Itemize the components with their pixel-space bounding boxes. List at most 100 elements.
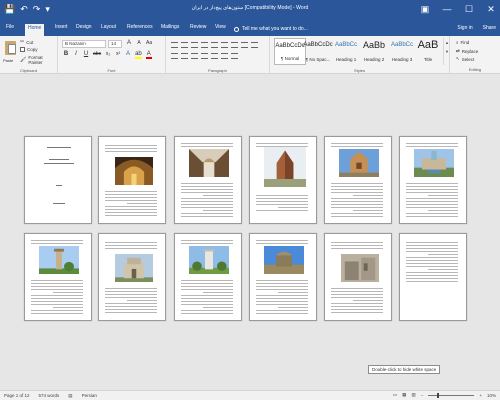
increase-indent-icon[interactable]: [211, 42, 218, 48]
zoom-level[interactable]: 10%: [487, 393, 496, 398]
align-right-icon[interactable]: [191, 53, 198, 59]
maximize-icon[interactable]: ☐: [462, 1, 476, 17]
show-marks-icon[interactable]: [251, 42, 258, 48]
style-title[interactable]: AaB Title: [414, 38, 442, 65]
page-image: [39, 246, 79, 274]
tell-me-box[interactable]: Tell me what you want to do...: [234, 26, 308, 32]
ltr-icon[interactable]: [221, 42, 228, 48]
page-thumbnail[interactable]: [249, 136, 317, 224]
text-line: [278, 292, 308, 293]
text-line: [353, 210, 383, 211]
bullets-icon[interactable]: [171, 42, 178, 48]
zoom-thumb[interactable]: [437, 392, 440, 398]
page-thumbnail[interactable]: [174, 233, 242, 321]
text-line: [256, 286, 308, 287]
styles-scroll[interactable]: ▲ ▼: [443, 38, 450, 65]
font-size-combo[interactable]: 14: [108, 40, 122, 48]
find-button[interactable]: ⌕ Find: [456, 40, 469, 45]
page-thumbnail[interactable]: [98, 233, 166, 321]
paste-button[interactable]: [4, 39, 17, 57]
text-line: [105, 303, 157, 304]
superscript-button[interactable]: x²: [115, 51, 121, 59]
rtl-icon[interactable]: [231, 42, 238, 48]
tab-design[interactable]: Design: [73, 23, 95, 36]
text-line: [331, 216, 383, 217]
highlight-icon[interactable]: ab: [135, 51, 142, 59]
cut-button[interactable]: ✂ Cut: [20, 39, 33, 45]
shading-icon[interactable]: [221, 53, 228, 59]
close-icon[interactable]: ✕: [484, 1, 498, 17]
align-center-icon[interactable]: [181, 53, 188, 59]
text-line: [406, 143, 458, 144]
tab-layout[interactable]: Layout: [98, 23, 119, 36]
tab-review[interactable]: Review: [187, 23, 209, 36]
tab-insert[interactable]: Insert: [52, 23, 71, 36]
text-line: [331, 288, 383, 289]
sort-icon[interactable]: [241, 42, 248, 48]
page-thumbnail[interactable]: [174, 136, 242, 224]
page-image: [189, 246, 229, 274]
underline-button[interactable]: U: [83, 51, 89, 59]
text-line: [331, 186, 383, 187]
status-right: ▭ ▦ ▥ − + 10%: [393, 392, 496, 398]
share-button[interactable]: Share: [483, 25, 496, 31]
align-left-icon[interactable]: [171, 53, 178, 59]
borders-icon[interactable]: [231, 53, 238, 59]
bold-button[interactable]: B: [63, 51, 69, 59]
title-bar: 💾 ↶ ↷ ▾ ستون‌های پیچ‌دار در ایران [Compa…: [0, 0, 500, 19]
grow-font-icon[interactable]: A: [126, 40, 132, 46]
tab-home[interactable]: Home: [25, 24, 45, 36]
numbering-icon[interactable]: [181, 42, 188, 48]
document-canvas[interactable]: [0, 75, 500, 390]
text-line: [105, 212, 157, 213]
select-button[interactable]: ↖ Select: [456, 56, 474, 62]
tab-mailings[interactable]: Mailings: [158, 23, 182, 36]
sign-in-link[interactable]: Sign in: [457, 25, 472, 31]
replace-button[interactable]: ⇄ Replace: [456, 48, 478, 54]
line-spacing-icon[interactable]: [211, 53, 218, 59]
text-line: [181, 189, 233, 190]
page-thumbnail[interactable]: [324, 233, 392, 321]
zoom-slider[interactable]: [428, 392, 475, 398]
text-line: [406, 186, 458, 187]
page-thumbnail[interactable]: [399, 136, 467, 224]
shrink-font-icon[interactable]: A: [136, 40, 142, 46]
font-name-combo[interactable]: B Nazanin: [62, 40, 106, 48]
proofing-icon[interactable]: ▤: [68, 393, 72, 399]
page-thumbnail[interactable]: [24, 233, 92, 321]
tab-view[interactable]: View: [212, 23, 229, 36]
italic-button[interactable]: I: [73, 51, 79, 59]
tab-file[interactable]: File: [3, 23, 17, 36]
format-painter-button[interactable]: 🖌 Format Painter: [20, 55, 57, 65]
print-layout-icon[interactable]: ▦: [402, 392, 406, 398]
change-case-icon[interactable]: Aa: [146, 40, 152, 46]
page-thumbnail[interactable]: [24, 136, 92, 224]
page-thumbnail[interactable]: [399, 233, 467, 321]
font-color-icon[interactable]: A: [145, 51, 152, 59]
justify-icon[interactable]: [201, 53, 208, 59]
word-count[interactable]: 574 words: [39, 393, 60, 399]
page-thumbnail[interactable]: [324, 136, 392, 224]
multilevel-list-icon[interactable]: [191, 42, 198, 48]
web-layout-icon[interactable]: ▥: [411, 392, 415, 398]
language[interactable]: Persian: [82, 393, 97, 399]
text-effects-icon[interactable]: A: [125, 51, 131, 59]
copy-button[interactable]: Copy: [20, 47, 38, 52]
subscript-button[interactable]: x₂: [105, 51, 111, 59]
decrease-indent-icon[interactable]: [201, 42, 208, 48]
style-name: Title: [423, 57, 433, 62]
zoom-in-icon[interactable]: +: [479, 393, 482, 398]
tab-references[interactable]: References: [124, 23, 156, 36]
text-line: [181, 213, 233, 214]
strikethrough-button[interactable]: abc: [93, 51, 101, 59]
minimize-icon[interactable]: —: [440, 1, 454, 17]
text-line: [105, 215, 157, 216]
page-thumbnail[interactable]: [98, 136, 166, 224]
zoom-out-icon[interactable]: −: [421, 393, 424, 398]
page-count[interactable]: Page 1 of 12: [4, 393, 30, 399]
search-icon: ⌕: [456, 40, 459, 45]
page-thumbnail[interactable]: [249, 233, 317, 321]
ribbon-display-options-icon[interactable]: ▣: [418, 1, 432, 17]
read-mode-icon[interactable]: ▭: [393, 392, 397, 398]
text-line: [105, 248, 157, 249]
